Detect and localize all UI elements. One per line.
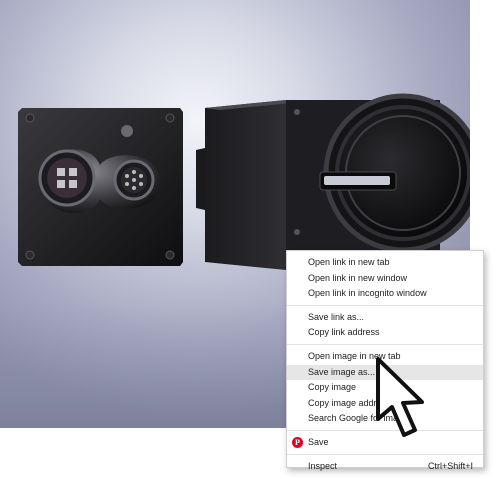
menu-item-copy-link-address[interactable]: Copy link address bbox=[287, 325, 483, 341]
menu-item-label: Save bbox=[308, 436, 329, 447]
menu-separator bbox=[287, 343, 483, 345]
menu-item-open-link-new-tab[interactable]: Open link in new tab bbox=[287, 255, 483, 271]
menu-separator bbox=[287, 304, 483, 306]
mouse-pointer-icon bbox=[376, 357, 424, 437]
menu-item-inspect[interactable]: Inspect Ctrl+Shift+I bbox=[287, 459, 483, 475]
menu-item-open-link-incognito[interactable]: Open link in incognito window bbox=[287, 286, 483, 302]
camera-front-body bbox=[196, 93, 470, 270]
menu-item-save-link-as[interactable]: Save link as... bbox=[287, 310, 483, 326]
menu-item-label: Inspect bbox=[308, 460, 338, 471]
menu-item-open-link-new-window[interactable]: Open link in new window bbox=[287, 271, 483, 287]
camera-rear-panel bbox=[18, 108, 183, 266]
inspect-shortcut: Ctrl+Shift+I bbox=[427, 460, 473, 471]
pinterest-icon: P bbox=[292, 436, 303, 448]
